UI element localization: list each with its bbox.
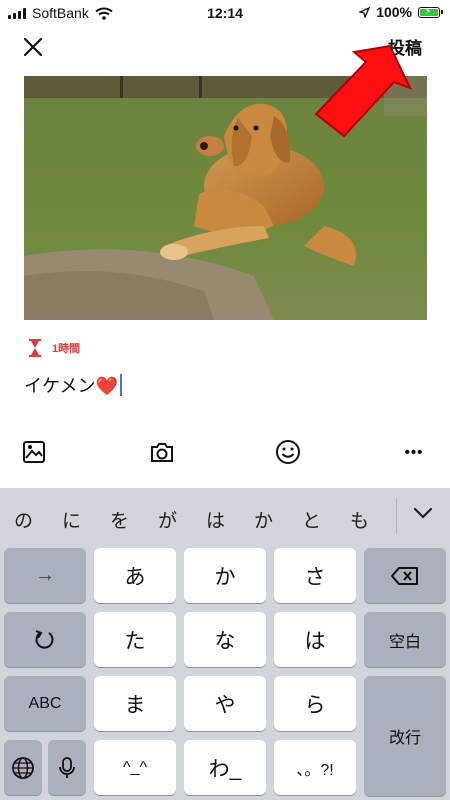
suggestion-item[interactable]: と (302, 506, 321, 533)
suggestion-item[interactable]: を (110, 506, 129, 533)
camera-icon (151, 443, 173, 462)
globe-key[interactable] (4, 740, 42, 795)
backspace-icon (391, 566, 418, 585)
message-input[interactable]: イケメン❤️ (24, 372, 122, 398)
composer-toolbar: ••• (0, 432, 450, 472)
globe-icon (12, 756, 34, 779)
chevron-down-icon[interactable] (413, 506, 433, 520)
more-button[interactable]: ••• (400, 438, 428, 466)
undo-icon (35, 629, 54, 649)
mic-icon (59, 756, 75, 778)
battery-percent: 100% (376, 4, 412, 20)
suggestion-divider (396, 498, 397, 534)
suggestion-item[interactable]: に (62, 506, 81, 533)
key-ka[interactable]: か (184, 548, 266, 603)
undo-key[interactable] (4, 612, 86, 667)
backspace-key[interactable] (364, 548, 446, 603)
key-ta[interactable]: た (94, 612, 176, 667)
close-button[interactable] (20, 34, 46, 60)
suggestion-item[interactable]: は (206, 506, 225, 533)
mic-key[interactable] (48, 740, 86, 795)
image-button[interactable] (20, 438, 48, 466)
emoji-icon (276, 440, 300, 464)
key-ra[interactable]: ら (274, 676, 356, 731)
timer-indicator[interactable]: 1時間 (28, 339, 80, 357)
red-arrow-annotation (314, 44, 412, 138)
message-text: イケメン❤️ (24, 376, 118, 396)
keyboard: の に を が は か と も → あ か さ た な は 空白 ABC ま や… (0, 488, 450, 800)
key-sa[interactable]: さ (274, 548, 356, 603)
status-right: 100% ⚡ (359, 4, 443, 20)
suggestion-item[interactable]: の (14, 506, 33, 533)
emoji-button[interactable] (274, 438, 302, 466)
key-ha[interactable]: は (274, 612, 356, 667)
key-na[interactable]: な (184, 612, 266, 667)
key-a[interactable]: あ (94, 548, 176, 603)
text-caret (119, 374, 122, 396)
status-bar: SoftBank 12:14 100% ⚡ (0, 0, 450, 26)
key-wa[interactable]: わ_ (184, 740, 266, 795)
key-punctuation[interactable]: 、。?! (274, 740, 356, 795)
key-arrow[interactable]: → (4, 548, 86, 603)
suggestion-bar: の に を が は か と も (0, 488, 450, 544)
camera-button[interactable] (148, 438, 176, 466)
close-icon (23, 37, 43, 57)
timer-label: 1時間 (52, 343, 81, 355)
key-kaomoji[interactable]: ^_^ (94, 740, 176, 795)
image-icon (23, 441, 45, 463)
suggestion-item[interactable]: が (158, 506, 177, 533)
hourglass-icon (29, 339, 41, 357)
space-key[interactable]: 空白 (364, 612, 446, 667)
abc-key[interactable]: ABC (4, 676, 86, 731)
suggestion-item[interactable]: も (350, 506, 369, 533)
key-ma[interactable]: ま (94, 676, 176, 731)
battery-icon: ⚡ (418, 6, 443, 18)
location-icon (359, 6, 371, 18)
suggestion-item[interactable]: か (254, 506, 273, 533)
return-key[interactable]: 改行 (364, 676, 446, 796)
key-ya[interactable]: や (184, 676, 266, 731)
